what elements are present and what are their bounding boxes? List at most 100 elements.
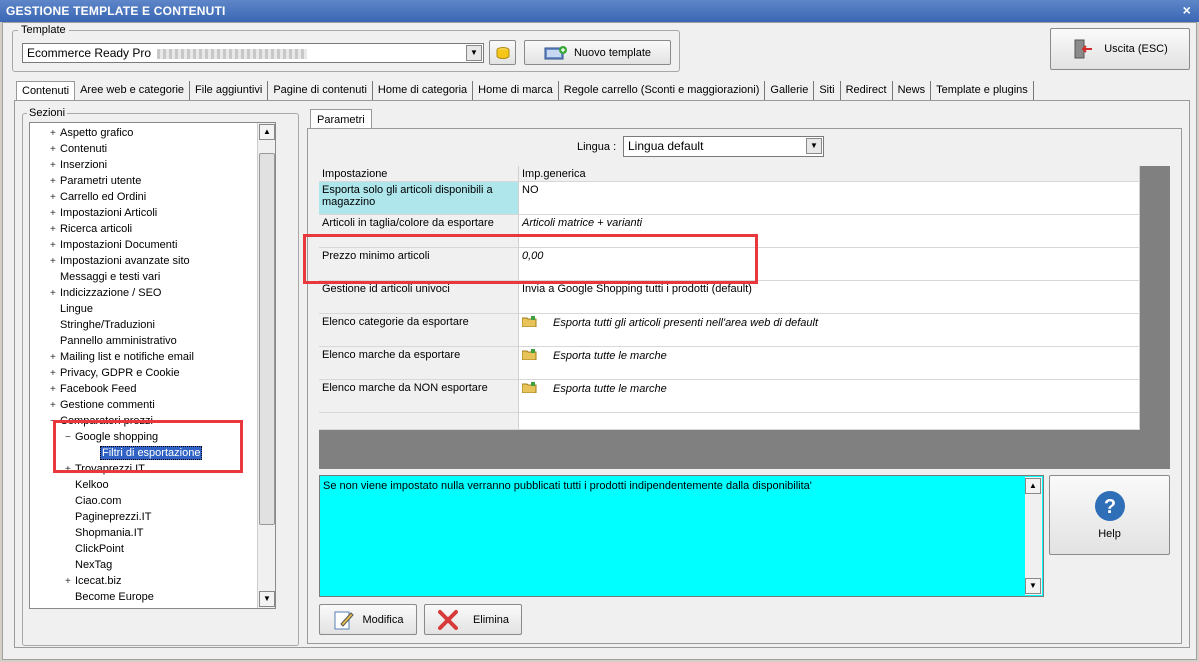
dropdown-arrow-icon[interactable]: ▼ (806, 138, 822, 154)
setting-value[interactable]: Esporta tutti gli articoli presenti nell… (519, 314, 1140, 346)
scroll-thumb[interactable] (259, 153, 275, 525)
setting-value[interactable]: NO (519, 182, 1140, 214)
expand-icon[interactable]: + (50, 174, 60, 190)
folder-icon[interactable] (522, 349, 537, 360)
lingua-select[interactable]: Lingua default ▼ (623, 136, 824, 157)
tree-scrollbar[interactable]: ▲ ▼ (257, 123, 275, 608)
expand-icon[interactable]: + (50, 142, 60, 158)
grid-row[interactable]: Elenco marche da esportare Esporta tutte … (319, 347, 1140, 380)
grid-row[interactable]: Gestione id articoli univoci Invia a Goog… (319, 281, 1140, 314)
grid-row[interactable]: Esporta solo gli articoli disponibili a … (319, 182, 1140, 215)
setting-name: Elenco marche da esportare (319, 347, 519, 379)
help-glyph: ? (1103, 496, 1115, 518)
scroll-down-icon[interactable]: ▼ (1025, 578, 1041, 594)
tree-item[interactable]: + Impostazioni avanzate sito (50, 253, 190, 269)
tree-item[interactable]: + Facebook Feed (50, 381, 136, 397)
grid-row[interactable]: Elenco marche da NON esportare Esporta tu… (319, 380, 1140, 413)
scroll-up-icon[interactable]: ▲ (259, 124, 275, 140)
exit-button[interactable]: Uscita (ESC) (1050, 28, 1190, 70)
setting-value[interactable]: Invia a Google Shopping tutti i prodotti… (519, 281, 1140, 313)
tree-item[interactable]: + Inserzioni (50, 157, 107, 173)
help-button[interactable]: ? Help (1049, 475, 1170, 555)
scroll-down-icon[interactable]: ▼ (259, 591, 275, 607)
tree-item[interactable]: + Ricerca articoli (50, 221, 132, 237)
tree-item[interactable]: Messaggi e testi vari (50, 269, 160, 285)
setting-value[interactable]: Esporta tutte le marche (519, 380, 1140, 412)
tab-contenuti[interactable]: Contenuti (16, 81, 76, 100)
expand-icon[interactable]: + (65, 574, 75, 590)
description-scrollbar[interactable]: ▲ ▼ (1025, 477, 1042, 595)
tree-item-label: Lingue (60, 303, 94, 315)
tab-news[interactable]: News (892, 81, 932, 100)
tree-item[interactable]: + Carrello ed Ordini (50, 189, 146, 205)
tree-item[interactable]: + Contenuti (50, 141, 107, 157)
tree-item[interactable]: Kelkoo (65, 477, 109, 493)
tree-item[interactable]: + Aspetto grafico (50, 125, 133, 141)
tree-highlight-box (53, 420, 243, 473)
tree-item[interactable]: + Gestione commenti (50, 397, 155, 413)
tree-item[interactable]: Become Europe (65, 589, 154, 605)
tree-item[interactable]: NexTag (65, 557, 112, 573)
expand-icon[interactable]: + (50, 350, 60, 366)
sezioni-tree[interactable]: Become Europe + Icecat.biz NexTag ClickPoint… (29, 122, 276, 609)
close-icon[interactable]: × (1183, 2, 1191, 18)
database-icon (496, 46, 509, 59)
tab-template-plugins[interactable]: Template e plugins (931, 81, 1034, 100)
tree-item-label: Carrello ed Ordini (60, 191, 147, 203)
setting-value[interactable] (519, 413, 1140, 429)
tab-home-marca[interactable]: Home di marca (473, 81, 559, 100)
tree-item[interactable]: Shopmania.IT (65, 525, 143, 541)
tree-item[interactable]: + Privacy, GDPR e Cookie (50, 365, 180, 381)
tab-siti[interactable]: Siti (814, 81, 841, 100)
tree-item[interactable]: + Mailing list e notifiche email (50, 349, 194, 365)
grid-row[interactable]: Elenco categorie da esportare Esporta tut… (319, 314, 1140, 347)
folder-icon[interactable] (522, 316, 537, 327)
tree-item-label: Become Europe (75, 591, 154, 603)
edit-pencil-icon (334, 611, 354, 629)
tree-item[interactable]: + Parametri utente (50, 173, 141, 189)
modifica-button[interactable]: Modifica (319, 604, 417, 635)
tree-item[interactable]: + Indicizzazione / SEO (50, 285, 162, 301)
tree-item[interactable]: ClickPoint (65, 541, 124, 557)
dropdown-arrow-icon[interactable]: ▼ (466, 45, 482, 61)
folder-icon[interactable] (522, 382, 537, 393)
tree-item[interactable]: Stringhe/Traduzioni (50, 317, 155, 333)
expand-icon[interactable]: + (50, 398, 60, 414)
expand-icon[interactable]: + (50, 222, 60, 238)
expand-icon[interactable]: + (50, 382, 60, 398)
tab-file-aggiuntivi[interactable]: File aggiuntivi (190, 81, 269, 100)
scroll-up-icon[interactable]: ▲ (1025, 478, 1041, 494)
tree-item[interactable]: Pagineprezzi.IT (65, 509, 151, 525)
new-template-button[interactable]: Nuovo template (524, 40, 671, 65)
tab-pagine-contenuti[interactable]: Pagine di contenuti (268, 81, 373, 100)
elimina-button[interactable]: Elimina (424, 604, 522, 635)
open-template-button[interactable] (489, 40, 516, 65)
expand-icon[interactable]: + (50, 254, 60, 270)
grid-row-empty[interactable] (319, 413, 1140, 430)
tree-item[interactable]: Ciao.com (65, 493, 121, 509)
expand-icon[interactable]: + (50, 190, 60, 206)
tab-regole-carrello[interactable]: Regole carrello (Sconti e maggiorazioni) (558, 81, 766, 100)
setting-value[interactable]: Esporta tutte le marche (519, 347, 1140, 379)
tab-redirect[interactable]: Redirect (840, 81, 893, 100)
template-select[interactable]: Ecommerce Ready Pro ▼ (22, 43, 484, 63)
tab-home-categoria[interactable]: Home di categoria (372, 81, 474, 100)
settings-grid[interactable]: Impostazione Imp.generica Esporta solo g… (319, 166, 1140, 430)
expand-icon[interactable]: + (50, 126, 60, 142)
expand-icon[interactable]: + (50, 286, 60, 302)
tree-item[interactable]: + Icecat.biz (65, 573, 121, 589)
tree-item-label: Facebook Feed (60, 383, 137, 395)
expand-icon[interactable]: + (50, 158, 60, 174)
tab-gallerie[interactable]: Gallerie (765, 81, 815, 100)
tab-aree-web[interactable]: Aree web e categorie (75, 81, 191, 100)
expand-icon[interactable]: + (50, 206, 60, 222)
tree-item[interactable]: Pannello amministrativo (50, 333, 177, 349)
expand-icon[interactable]: + (50, 238, 60, 254)
tree-item[interactable]: + Impostazioni Documenti (50, 237, 177, 253)
tree-item[interactable]: Lingue (50, 301, 93, 317)
tree-item[interactable]: + Impostazioni Articoli (50, 205, 157, 221)
tree-item-label: Aspetto grafico (60, 127, 134, 139)
redacted-text (157, 48, 308, 59)
expand-icon[interactable]: + (50, 366, 60, 382)
tab-parametri[interactable]: Parametri (310, 109, 372, 129)
